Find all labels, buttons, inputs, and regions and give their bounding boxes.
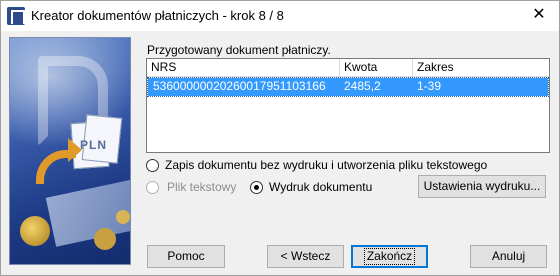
radio-save-no-print-label[interactable]: Zapis dokumentu bez wydruku i utworzenia… [165,158,487,172]
banner-bills [45,179,130,247]
radio-text-file-label[interactable]: Plik tekstowy [167,180,236,194]
back-button[interactable]: < Wstecz [267,245,344,268]
banner-pln-text: PLN [80,138,107,152]
close-icon[interactable]: ✕ [519,1,559,31]
window-title: Kreator dokumentów płatniczych - krok 8 … [31,8,284,23]
radio-save-no-print[interactable] [146,159,159,172]
list-item[interactable]: 53600000020260017951103166 2485,2 1-39 [147,77,549,97]
radio-text-file[interactable] [146,181,159,194]
print-settings-button[interactable]: Ustawienia wydruku... [418,175,546,198]
column-header-nrs[interactable]: NRS [147,59,340,77]
help-button[interactable]: Pomoc [147,245,225,268]
radio-print-document[interactable] [250,181,263,194]
radio-print-document-label[interactable]: Wydruk dokumentu [269,180,372,194]
cell-zakres: 1-39 [417,79,442,93]
column-header-zakres[interactable]: Zakres [413,59,549,77]
finish-button-label: Zakończ [363,248,416,265]
payment-document-list[interactable]: NRS Kwota Zakres 53600000020260017951103… [146,58,550,153]
column-header-kwota[interactable]: Kwota [340,59,413,77]
banner-arrowhead [68,138,82,162]
app-icon[interactable] [7,7,26,25]
list-header: NRS Kwota Zakres [147,59,549,77]
cell-nrs: 53600000020260017951103166 [153,79,326,93]
cell-kwota: 2485,2 [344,79,381,93]
cancel-button[interactable]: Anuluj [470,245,547,268]
wizard-window: Kreator dokumentów płatniczych - krok 8 … [0,0,560,276]
wizard-banner-image: PLN [9,37,131,265]
document-label: Przygotowany dokument płatniczy. [147,43,331,57]
finish-button[interactable]: Zakończ [351,245,428,268]
title-bar[interactable]: Kreator dokumentów płatniczych - krok 8 … [1,1,559,31]
banner-coins [20,216,50,246]
